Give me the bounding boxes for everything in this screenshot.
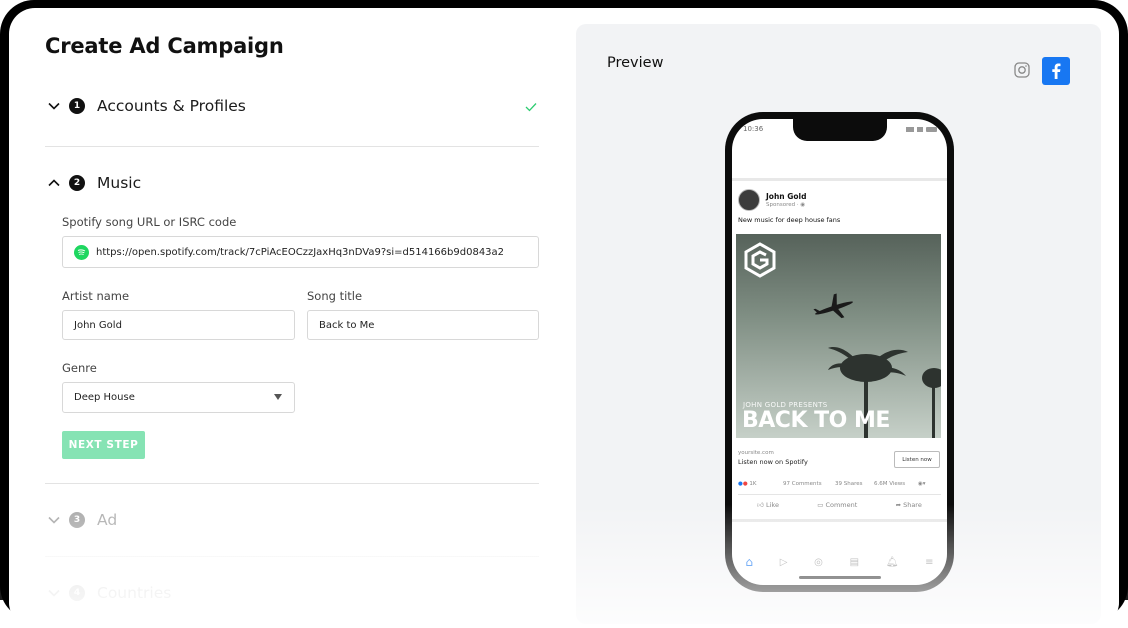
home-indicator — [799, 576, 881, 579]
avatar[interactable] — [738, 189, 760, 211]
post-caption: New music for deep house fans — [738, 216, 841, 224]
globe-icon: ◉ — [800, 202, 806, 208]
divider — [45, 146, 539, 147]
phone-screen: 10:36 John Gold Sponsored · ◉ New music … — [732, 119, 947, 585]
link-preview[interactable]: yoursite.com Listen now on Spotify — [738, 450, 808, 466]
post-stats: ●● 1K 97 Comments 39 Shares 6.6M Views ◉… — [738, 481, 926, 487]
step-countries[interactable]: 4 Countries — [45, 578, 539, 608]
step-label: Accounts & Profiles — [97, 97, 246, 115]
chevron-down-icon — [45, 97, 63, 115]
spotify-url-input[interactable]: https://open.spotify.com/track/7cPiAcEOC… — [62, 236, 539, 268]
step-music[interactable]: 2 Music — [45, 168, 539, 198]
listen-now-button[interactable]: Listen now — [894, 451, 940, 468]
ad-title: BACK TO ME — [742, 408, 890, 433]
artist-name-input[interactable]: John Gold — [62, 310, 295, 340]
checkmark-icon — [525, 97, 537, 116]
song-title-value: Back to Me — [319, 319, 375, 331]
ad-creative-image[interactable]: JOHN GOLD PRESENTS BACK TO ME — [736, 234, 941, 438]
facebook-toggle-button[interactable] — [1042, 57, 1070, 85]
step-number: 2 — [69, 175, 85, 191]
genre-select[interactable]: Deep House — [62, 382, 295, 413]
link-text: Listen now on Spotify — [738, 458, 808, 466]
comment-button[interactable]: ▭ Comment — [817, 501, 857, 509]
step-number: 3 — [69, 512, 85, 528]
step-accounts[interactable]: 1 Accounts & Profiles — [45, 91, 539, 121]
groups-icon[interactable]: ◎ — [814, 557, 823, 568]
page-title: Create Ad Campaign — [45, 34, 284, 58]
song-title-label: Song title — [307, 289, 363, 303]
divider — [45, 556, 539, 557]
like-button[interactable]: 👍︎ Like — [757, 501, 779, 509]
step-ad[interactable]: 3 Ad — [45, 505, 539, 535]
app-card: Create Ad Campaign 1 Accounts & Profiles… — [9, 8, 1119, 628]
share-count: 39 Shares — [835, 481, 863, 487]
dropdown-arrow-icon — [274, 394, 282, 400]
link-domain: yoursite.com — [738, 450, 774, 456]
step-label: Music — [97, 174, 142, 192]
home-icon[interactable]: ⌂ — [745, 555, 753, 569]
chevron-down-icon — [45, 584, 63, 602]
chevron-up-icon — [45, 174, 63, 192]
feed-separator — [732, 178, 947, 181]
status-icons — [906, 126, 937, 132]
spotify-url-value: https://open.spotify.com/track/7cPiAcEOC… — [96, 246, 505, 258]
step-number: 1 — [69, 98, 85, 114]
watch-icon[interactable]: ▷ — [780, 557, 788, 568]
step-number: 4 — [69, 585, 85, 601]
sponsored-label: Sponsored · ◉ — [766, 202, 806, 208]
notifications-icon[interactable]: 🔔︎ — [886, 557, 899, 568]
chevron-down-icon — [45, 511, 63, 529]
view-count: 6.6M Views — [874, 481, 906, 487]
comment-count: 97 Comments — [783, 481, 822, 487]
divider — [738, 494, 941, 495]
facebook-icon — [1052, 63, 1061, 79]
menu-icon[interactable]: ≡ — [925, 557, 933, 568]
bottom-nav: ⌂ ▷ ◎ ▤ 🔔︎ ≡ — [732, 547, 947, 577]
news-icon[interactable]: ▤ — [850, 557, 859, 568]
song-title-input[interactable]: Back to Me — [307, 310, 539, 340]
preview-panel: Preview 10:36 John Gold Sponsored · ◉ Ne… — [576, 24, 1101, 624]
avatar-chevron-icon: ◉▾ — [918, 481, 926, 487]
status-time: 10:36 — [743, 125, 764, 133]
reaction-count: 1K — [749, 481, 757, 487]
genre-value: Deep House — [74, 392, 135, 403]
spotify-icon — [74, 244, 89, 260]
post-header: John Gold Sponsored · ◉ — [738, 189, 806, 211]
genre-label: Genre — [62, 361, 97, 375]
step-label: Countries — [97, 584, 172, 602]
share-icon: ➦ — [895, 501, 904, 509]
thumbs-up-icon: 👍︎ — [757, 501, 766, 509]
next-step-button[interactable]: NEXT STEP — [62, 431, 145, 459]
preview-title: Preview — [607, 55, 664, 71]
post-author[interactable]: John Gold — [766, 192, 806, 201]
phone-mockup: 10:36 John Gold Sponsored · ◉ New music … — [725, 112, 954, 592]
divider — [45, 483, 539, 484]
instagram-icon[interactable] — [1014, 62, 1030, 78]
artist-name-label: Artist name — [62, 289, 130, 303]
feed-separator — [732, 519, 947, 522]
share-button[interactable]: ➦ Share — [896, 501, 922, 509]
phone-notch — [793, 119, 887, 141]
step-label: Ad — [97, 511, 118, 529]
artist-name-value: John Gold — [74, 319, 122, 331]
campaign-form: Create Ad Campaign 1 Accounts & Profiles… — [45, 8, 539, 608]
spotify-url-label: Spotify song URL or ISRC code — [62, 215, 237, 229]
post-actions: 👍︎ Like ▭ Comment ➦ Share — [738, 501, 941, 509]
